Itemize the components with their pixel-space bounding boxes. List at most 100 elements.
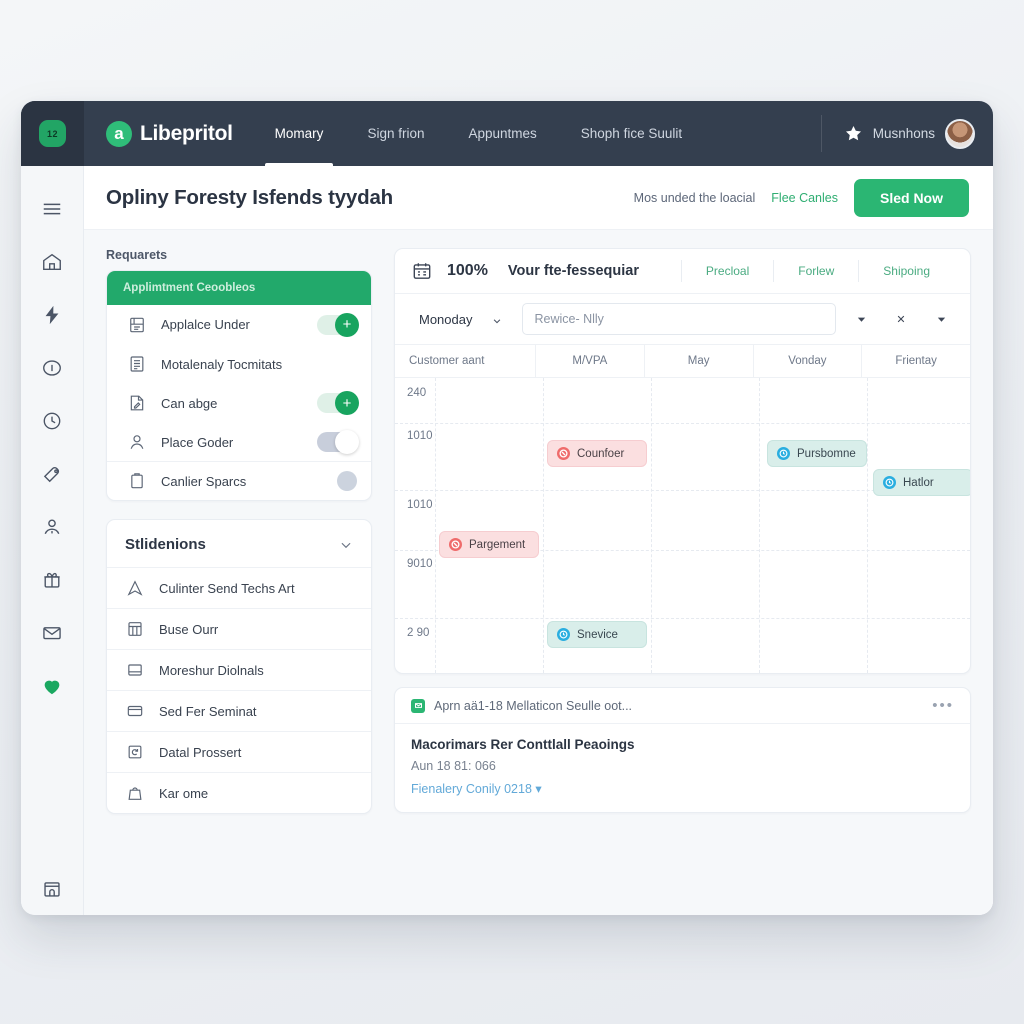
clock-icon[interactable] xyxy=(30,394,74,447)
list-card-header[interactable]: Stlidenions xyxy=(107,520,371,567)
top-nav-label: Shoph fice Suulit xyxy=(580,126,683,141)
user-icon[interactable] xyxy=(30,500,74,553)
calendar-row-label-3: 9010 xyxy=(407,558,433,570)
calendar-event-label: Pargement xyxy=(469,538,526,551)
user-icon xyxy=(127,432,147,452)
calendar-row-label-0: 240 xyxy=(407,387,427,399)
requests-section: Requarets Applimtment Ceoobleos Applalce… xyxy=(106,248,372,501)
list-card-title: Stlidenions xyxy=(125,536,206,553)
note-link[interactable]: Fienalery Conily 0218 ▾ xyxy=(411,781,954,796)
toggle-switch[interactable] xyxy=(317,430,359,454)
sort-dropdown-button[interactable] xyxy=(926,304,956,334)
calendar-col-3: Vonday xyxy=(752,345,862,377)
toggle-row[interactable]: Canlier Sparcs xyxy=(107,461,371,500)
tag-icon[interactable] xyxy=(30,447,74,500)
status-dot[interactable] xyxy=(337,471,357,491)
clock-icon xyxy=(883,476,896,489)
day-select[interactable]: Monoday xyxy=(409,304,513,334)
list-item[interactable]: Kar ome xyxy=(107,772,371,813)
top-nav-item-0[interactable]: Momary xyxy=(253,101,346,166)
calendar-event[interactable]: Counfoer xyxy=(547,440,647,467)
info-icon[interactable] xyxy=(30,341,74,394)
gift-icon[interactable] xyxy=(30,553,74,606)
toggle-row-label: Can abge xyxy=(161,395,218,411)
avatar[interactable] xyxy=(945,118,975,149)
chevron-down-icon xyxy=(492,314,502,324)
note-header[interactable]: Aprn aä1-18 Mellaticon Seulle oot... ••• xyxy=(395,688,970,724)
page-title: Opliny Foresty Isfends tyydah xyxy=(106,185,393,209)
note-title: Macorimars Rer Conttlall Peaoings xyxy=(411,737,635,752)
page-header-actions: Mos unded the loacial Flee Canles Sled N… xyxy=(634,178,969,217)
logo-slot[interactable]: 12 xyxy=(21,101,84,166)
calendar-col-4: Frientay xyxy=(861,345,970,377)
mail-badge-icon xyxy=(411,698,425,713)
list-item[interactable]: Sed Fer Seminat xyxy=(107,690,371,731)
toggle-switch[interactable]: + xyxy=(317,312,359,337)
calendar-event[interactable]: Pargement xyxy=(439,531,539,558)
archive-icon[interactable] xyxy=(30,862,74,915)
tab-2[interactable]: Shipoing xyxy=(858,260,954,282)
mail-icon[interactable] xyxy=(30,606,74,659)
toggle-row[interactable]: Can abge + xyxy=(107,383,371,422)
filter-dropdown-button[interactable] xyxy=(846,304,876,334)
content-inner: Opliny Foresty Isfends tyydah Mos unded … xyxy=(84,166,993,915)
top-nav-item-3[interactable]: Shoph fice Suulit xyxy=(559,101,704,166)
note-panel: Aprn aä1-18 Mellaticon Seulle oot... •••… xyxy=(394,687,971,813)
support-icon[interactable] xyxy=(30,659,74,712)
calendar-col-1: M/VPA xyxy=(535,345,644,377)
list-item[interactable]: Datal Prossert xyxy=(107,731,371,772)
schedule-title: Vour fte-fessequiar xyxy=(507,263,639,279)
calendar-row-label-4: 2 90 xyxy=(407,627,430,639)
calendar-event[interactable]: Pursbomne xyxy=(767,440,867,467)
logo-badge: 12 xyxy=(39,120,66,147)
brand-mark-icon: a xyxy=(106,120,132,147)
top-nav-label: Momary xyxy=(274,126,324,141)
star-label: Musnhons xyxy=(872,126,935,141)
day-select-value: Monoday xyxy=(419,311,473,327)
cancel-icon xyxy=(449,538,462,551)
top-nav-label: Sign frion xyxy=(367,126,425,141)
clipboard-icon xyxy=(127,471,147,491)
list-item[interactable]: Buse Ourr xyxy=(107,608,371,649)
top-nav-item-2[interactable]: Appuntmes xyxy=(446,101,558,166)
bolt-icon[interactable] xyxy=(30,288,74,341)
toggle-row[interactable]: Place Goder xyxy=(107,422,371,461)
tab-0[interactable]: Precloal xyxy=(680,260,773,282)
toggle-row[interactable]: Applalce Under + xyxy=(107,305,371,344)
list-item[interactable]: Culinter Send Techs Art xyxy=(107,567,371,608)
caret-down-icon: ▾ xyxy=(535,782,542,796)
toggle-row-label: Place Goder xyxy=(161,434,234,450)
tab-1[interactable]: Forlew xyxy=(773,260,858,282)
brand-name: Libepritol xyxy=(140,121,233,145)
list-item-label: Moreshur Diolnals xyxy=(159,662,264,678)
top-nav: Momary Sign frion Appuntmes Shoph fice S… xyxy=(253,101,821,166)
page-header-link[interactable]: Flee Canles xyxy=(771,191,838,205)
chevron-down-icon[interactable] xyxy=(339,538,353,552)
toggle-switch[interactable]: + xyxy=(317,391,359,415)
close-icon[interactable]: ✕ xyxy=(886,304,916,334)
calendar-body[interactable]: 240 1010 1010 9010 2 90 2 150 xyxy=(395,377,970,673)
toggle-knob-plus-icon: + xyxy=(335,391,359,415)
home-icon[interactable] xyxy=(30,235,74,288)
top-nav-item-1[interactable]: Sign frion xyxy=(345,101,446,166)
toggle-row[interactable]: Motalenaly Tocmitats xyxy=(107,344,371,383)
progress-percent: 100% xyxy=(447,262,488,279)
primary-cta-button[interactable]: Sled Now xyxy=(853,178,969,217)
search-input[interactable]: Rewice- Nlly xyxy=(522,303,836,335)
calendar-event[interactable]: Snevice xyxy=(547,621,647,648)
document-icon xyxy=(127,315,147,335)
menu-icon[interactable] xyxy=(30,182,74,235)
calendar-gridline xyxy=(395,618,970,619)
section-label: Requarets xyxy=(106,248,168,262)
star-icon[interactable] xyxy=(844,124,863,143)
toggle-row-label: Applalce Under xyxy=(161,317,250,332)
list-item[interactable]: Moreshur Diolnals xyxy=(107,649,371,690)
toggle-card: Applimtment Ceoobleos Applalce Under + M… xyxy=(106,270,372,501)
calendar-event[interactable]: Hatlor xyxy=(873,469,970,496)
more-icon[interactable]: ••• xyxy=(932,698,954,713)
toggle-row-label: Motalenaly Tocmitats xyxy=(161,356,283,372)
calendar-row-label-1: 1010 xyxy=(407,430,433,442)
calendar-event-label: Counfoer xyxy=(577,447,625,460)
calendar-icon xyxy=(411,260,433,282)
brand[interactable]: a Libepritol xyxy=(84,101,253,166)
